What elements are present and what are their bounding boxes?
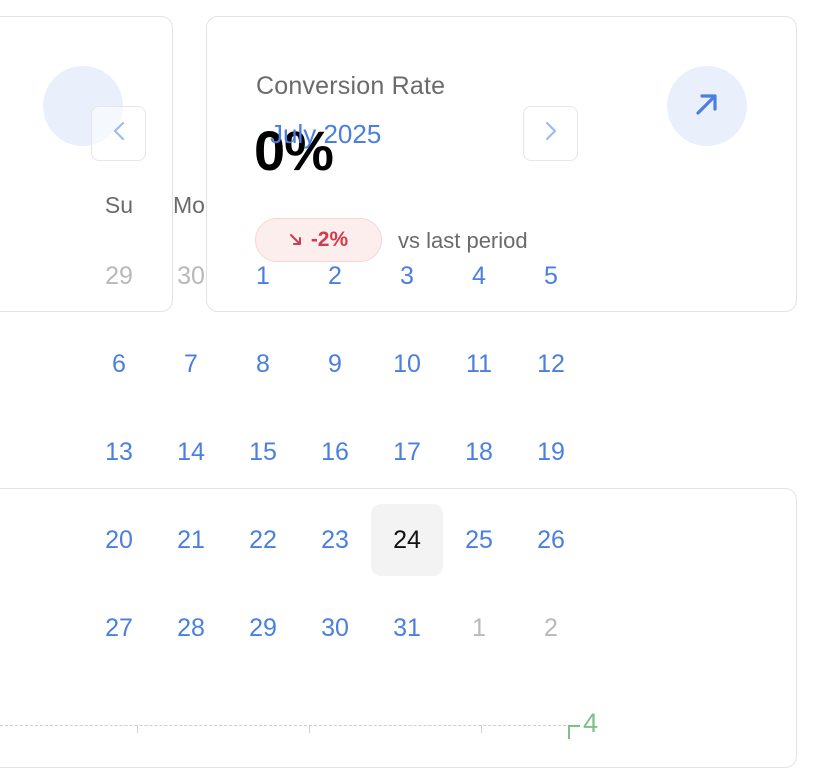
calendar-day-selected[interactable]: 24	[371, 504, 443, 576]
calendar-day[interactable]: 10	[371, 328, 443, 400]
calendar-day[interactable]: 14	[155, 416, 227, 488]
calendar-day[interactable]: 20	[83, 504, 155, 576]
prev-month-button[interactable]	[91, 106, 146, 161]
calendar-day[interactable]: 13	[83, 416, 155, 488]
calendar-day[interactable]: 30	[299, 592, 371, 664]
calendar-day[interactable]: 27	[83, 592, 155, 664]
arrow-up-right-icon	[692, 89, 722, 124]
calendar-day[interactable]: 12	[515, 328, 587, 400]
calendar-day[interactable]: 17	[371, 416, 443, 488]
calendar-day[interactable]: 15	[227, 416, 299, 488]
calendar-day[interactable]: 19	[515, 416, 587, 488]
calendar-day[interactable]: 26	[515, 504, 587, 576]
calendar-day[interactable]: 2	[515, 592, 587, 664]
calendar-day[interactable]: 21	[155, 504, 227, 576]
calendar-day[interactable]: 9	[299, 328, 371, 400]
calendar-day[interactable]: 5	[515, 240, 587, 312]
calendar-day[interactable]: 3	[371, 240, 443, 312]
chart-tick	[481, 725, 482, 733]
chevron-left-icon	[112, 120, 126, 147]
calendar-day[interactable]: 4	[443, 240, 515, 312]
weekday-label: Mo	[173, 192, 205, 218]
calendar-day[interactable]: 2	[299, 240, 371, 312]
chevron-right-icon	[544, 120, 558, 147]
open-details-button[interactable]	[667, 66, 747, 146]
calendar-day[interactable]: 23	[299, 504, 371, 576]
chart-tick	[309, 725, 310, 733]
calendar-day[interactable]: 7	[155, 328, 227, 400]
calendar-day[interactable]: 6	[83, 328, 155, 400]
calendar-day[interactable]: 25	[443, 504, 515, 576]
calendar-day[interactable]: 22	[227, 504, 299, 576]
calendar-day[interactable]: 1	[227, 240, 299, 312]
chart-axis-mark	[568, 725, 580, 739]
calendar-day[interactable]: 8	[227, 328, 299, 400]
calendar-day[interactable]: 11	[443, 328, 515, 400]
calendar-day[interactable]: 29	[83, 240, 155, 312]
calendar-day[interactable]: 31	[371, 592, 443, 664]
calendar-month-label: July 2025	[270, 119, 382, 149]
next-month-button[interactable]	[523, 106, 578, 161]
weekday-label: Su	[104, 192, 134, 218]
card-title: Conversion Rate	[256, 72, 446, 100]
chart-tick	[137, 725, 138, 733]
calendar-day[interactable]: 29	[227, 592, 299, 664]
chart-axis-label: 4	[583, 708, 599, 738]
calendar-day[interactable]: 16	[299, 416, 371, 488]
calendar-day[interactable]: 30	[155, 240, 227, 312]
calendar-day[interactable]: 18	[443, 416, 515, 488]
calendar-day[interactable]: 1	[443, 592, 515, 664]
calendar-day[interactable]: 28	[155, 592, 227, 664]
